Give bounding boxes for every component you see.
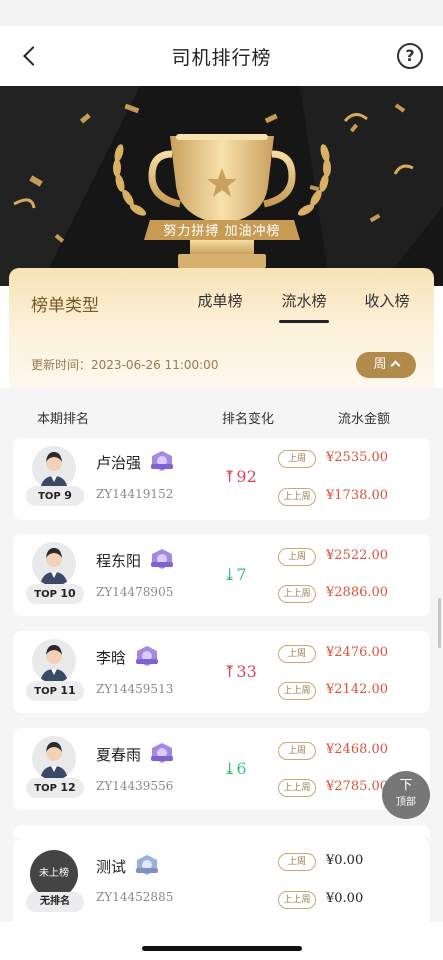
tab-revenue[interactable]: 流水榜 (279, 290, 329, 311)
hero-banner: 努力拼搏 加油冲榜 (0, 86, 443, 286)
my-name: 测试 (96, 858, 127, 876)
trophy-illustration (0, 86, 443, 286)
rank-badge: TOP 12 (26, 778, 84, 798)
scrollbar[interactable] (438, 598, 441, 648)
medal-icon (136, 646, 158, 666)
medal-icon (136, 855, 158, 875)
my-id: ZY14452885 (96, 890, 174, 904)
driver-id: ZY14439556 (96, 779, 174, 793)
col-amount: 流水金额 (338, 412, 391, 427)
ranking-list[interactable]: TOP 9 卢治强 ZY14419152 ⤒92 上周 ¥2535.00 上上周… (0, 438, 443, 838)
week-before-amount: ¥2886.00 (326, 585, 389, 600)
my-last-week-amount: ¥0.00 (326, 853, 364, 868)
medal-icon (151, 743, 173, 763)
board-selector: 榜单类型 成单榜 流水榜 收入榜 更新时间：2023-06-26 11:00:0… (9, 268, 434, 388)
avatar (32, 542, 76, 586)
my-rank-badge: 无排名 (26, 892, 84, 912)
rank-change: ⤓7 (223, 565, 247, 584)
tab-orders[interactable]: 成单榜 (197, 290, 243, 311)
col-change: 排名变化 (222, 412, 275, 427)
week-before-tag: 上上周 (278, 891, 316, 909)
last-week-amount: ¥2535.00 (326, 450, 389, 465)
tab-income[interactable]: 收入榜 (364, 290, 410, 311)
rank-change: ⤒92 (223, 467, 257, 486)
driver-id: ZY14478905 (96, 585, 174, 599)
back-to-top-label: 顶部 (396, 797, 416, 808)
rank-change: ⤓6 (223, 759, 247, 778)
driver-name: 卢治强 (96, 454, 142, 472)
last-week-amount: ¥2476.00 (326, 645, 389, 660)
my-ranking[interactable]: 未上榜 无排名 测试 ZY14452885 上周 ¥0.00 上上周 ¥0.00 (13, 838, 430, 922)
last-week-tag: 上周 (278, 645, 316, 663)
driver-id: ZY14419152 (96, 487, 174, 501)
arrow-down-icon: 下 (399, 778, 413, 793)
last-week-amount: ¥2522.00 (326, 548, 389, 563)
update-time: 更新时间：2023-06-26 11:00:00 (31, 358, 219, 372)
arrow-down-icon: ⤓ (223, 759, 237, 778)
col-rank: 本期排名 (37, 412, 90, 427)
banner-slogan: 努力拼搏 加油冲榜 (163, 224, 281, 239)
back-icon[interactable] (18, 42, 44, 70)
active-tab-indicator (279, 320, 329, 323)
my-week-before-amount: ¥0.00 (326, 891, 364, 906)
last-week-tag: 上周 (278, 742, 316, 760)
last-week-tag: 上周 (278, 853, 316, 871)
rank-badge: TOP 10 (26, 584, 84, 604)
week-before-tag: 上上周 (278, 585, 316, 603)
week-before-tag: 上上周 (278, 682, 316, 700)
week-before-tag: 上上周 (278, 488, 316, 506)
avatar (32, 446, 76, 490)
period-dropdown[interactable]: 周 (356, 352, 416, 378)
last-week-tag: 上周 (278, 450, 316, 468)
week-before-tag: 上上周 (278, 779, 316, 797)
status-bar (0, 0, 443, 26)
board-type-label: 榜单类型 (31, 296, 99, 316)
arrow-down-icon: ⤓ (223, 565, 237, 584)
avatar (32, 736, 76, 780)
back-to-top-button[interactable]: 下 顶部 (382, 771, 430, 819)
list-item[interactable] (13, 825, 430, 838)
last-week-amount: ¥2468.00 (326, 742, 389, 757)
period-label: 周 (373, 357, 387, 372)
driver-id: ZY14459513 (96, 682, 174, 696)
page-title: 司机排行榜 (171, 46, 272, 69)
driver-name: 程东阳 (96, 552, 142, 570)
list-item[interactable]: TOP 12 夏春雨 ZY14439556 ⤓6 上周 ¥2468.00 上上周… (13, 728, 430, 810)
arrow-up-icon: ⤒ (223, 662, 237, 681)
home-indicator[interactable] (142, 946, 302, 951)
driver-name: 李晗 (96, 649, 127, 667)
week-before-amount: ¥2785.00 (326, 779, 389, 794)
list-item[interactable]: TOP 11 李晗 ZY14459513 ⤒33 上周 ¥2476.00 上上周… (13, 631, 430, 713)
list-item[interactable]: TOP 10 程东阳 ZY14478905 ⤓7 上周 ¥2522.00 上上周… (13, 534, 430, 616)
list-item[interactable]: TOP 9 卢治强 ZY14419152 ⤒92 上周 ¥2535.00 上上周… (13, 438, 430, 520)
avatar (32, 639, 76, 683)
last-week-tag: 上周 (278, 548, 316, 566)
medal-icon (151, 451, 173, 471)
help-icon[interactable]: ? (397, 43, 423, 69)
column-header: 本期排名 排名变化 流水金额 (0, 396, 443, 436)
my-avatar: 未上榜 (30, 850, 78, 898)
week-before-amount: ¥1738.00 (326, 488, 389, 503)
medal-icon (151, 549, 173, 569)
week-before-amount: ¥2142.00 (326, 682, 389, 697)
driver-name: 夏春雨 (96, 746, 142, 764)
rank-badge: TOP 11 (26, 681, 84, 701)
nav-bar: 司机排行榜 ? (0, 26, 443, 86)
bottom-safe-area (0, 922, 443, 960)
rank-change: ⤒33 (223, 662, 257, 681)
rank-badge: TOP 9 (26, 486, 84, 506)
arrow-up-icon: ⤒ (223, 467, 237, 486)
chevron-up-icon (390, 360, 400, 371)
